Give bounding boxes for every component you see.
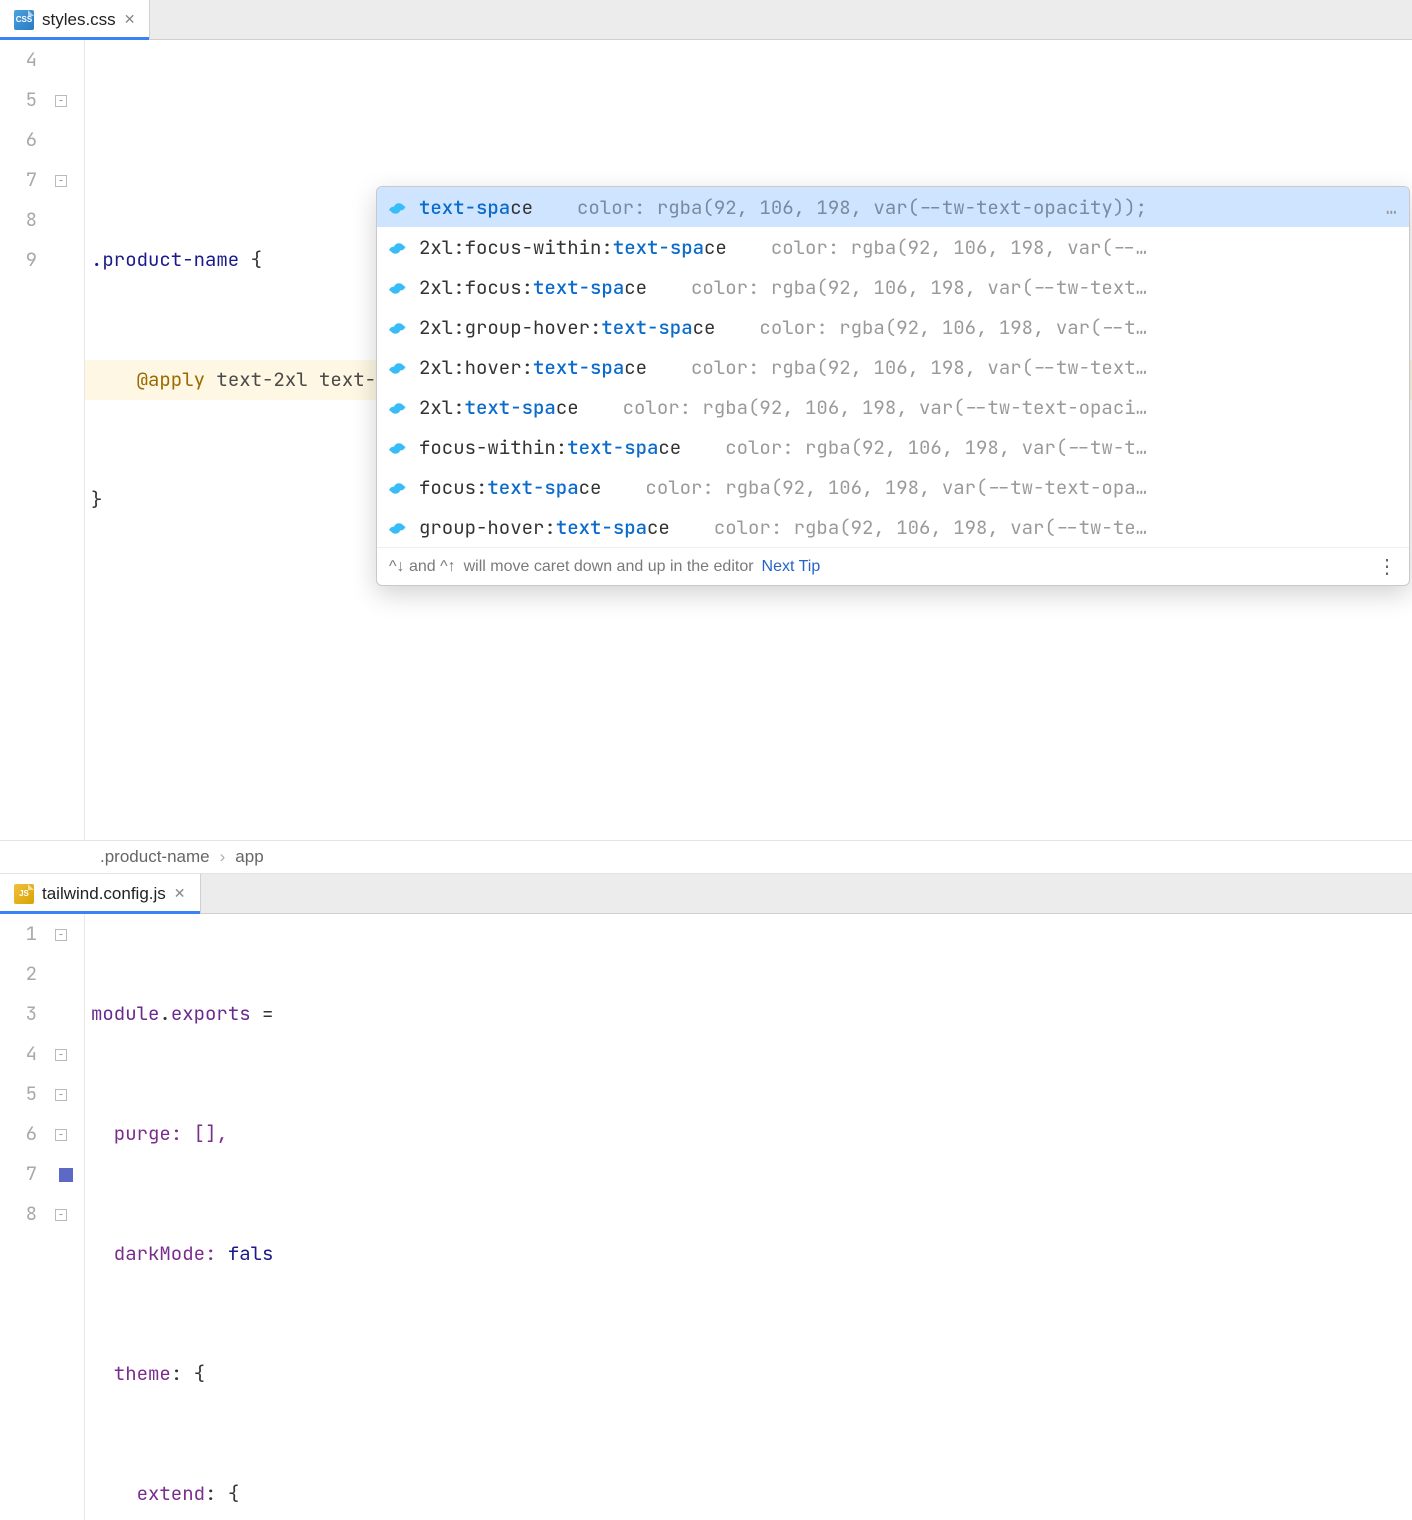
line-number: 7 bbox=[0, 160, 37, 200]
tailwind-icon bbox=[389, 437, 409, 457]
line-number: 4 bbox=[0, 1034, 37, 1074]
keyboard-hint: ^↓ and ^↑ bbox=[389, 558, 456, 576]
brace: } bbox=[91, 487, 102, 512]
brace: { bbox=[239, 247, 262, 272]
fold-column: − − bbox=[55, 40, 85, 840]
at-rule: @apply bbox=[137, 367, 205, 392]
tab-bar-js: JS tailwind.config.js ✕ bbox=[0, 874, 1412, 914]
next-tip-link[interactable]: Next Tip bbox=[762, 558, 821, 576]
tailwind-icon bbox=[389, 237, 409, 257]
css-selector: .product-name bbox=[91, 247, 239, 272]
autocomplete-item[interactable]: focus-within:text-space color: rgba(92, 1… bbox=[377, 427, 1409, 467]
line-gutter: 4 5 6 7 8 9 bbox=[0, 40, 55, 840]
tailwind-icon bbox=[389, 517, 409, 537]
completion-detail: color: rgba(92, 106, 198, var(--… bbox=[771, 235, 1397, 260]
fold-toggle-icon[interactable]: − bbox=[55, 1209, 67, 1221]
autocomplete-item[interactable]: focus:text-space color: rgba(92, 106, 198… bbox=[377, 467, 1409, 507]
tab-styles-css[interactable]: CSS styles.css ✕ bbox=[0, 0, 150, 39]
line-number: 9 bbox=[0, 240, 37, 280]
completion-detail: color: rgba(92, 106, 198, var(--t… bbox=[759, 315, 1397, 340]
color-swatch[interactable] bbox=[59, 1168, 73, 1182]
completion-label: focus:text-space bbox=[419, 475, 601, 500]
js-file-icon: JS bbox=[14, 884, 34, 904]
code-line[interactable]: theme: { bbox=[85, 1354, 1412, 1394]
fold-toggle-icon[interactable]: − bbox=[55, 1089, 67, 1101]
tab-bar-css: CSS styles.css ✕ bbox=[0, 0, 1412, 40]
autocomplete-item[interactable]: text-space color: rgba(92, 106, 198, var(… bbox=[377, 187, 1409, 227]
popup-footer: ^↓ and ^↑ will move caret down and up in… bbox=[377, 547, 1409, 585]
code-area[interactable]: module.exports = purge: [], darkMode: fa… bbox=[85, 914, 1412, 1520]
completion-detail: color: rgba(92, 106, 198, var(--tw-text-… bbox=[577, 195, 1376, 220]
tailwind-icon bbox=[389, 397, 409, 417]
completion-detail: color: rgba(92, 106, 198, var(--tw-text… bbox=[691, 355, 1397, 380]
line-number: 6 bbox=[0, 1114, 37, 1154]
close-icon[interactable]: ✕ bbox=[124, 11, 136, 28]
code-line[interactable] bbox=[85, 720, 1412, 760]
kebab-menu-icon[interactable]: ⋮ bbox=[1377, 554, 1397, 579]
autocomplete-item[interactable]: group-hover:text-space color: rgba(92, 10… bbox=[377, 507, 1409, 547]
code-line[interactable] bbox=[85, 120, 1412, 160]
tab-label: tailwind.config.js bbox=[42, 884, 166, 904]
tab-label: styles.css bbox=[42, 10, 116, 30]
tailwind-icon bbox=[389, 317, 409, 337]
completion-label: text-space bbox=[419, 195, 533, 220]
line-number: 1 bbox=[0, 914, 37, 954]
completion-label: 2xl:focus:text-space bbox=[419, 275, 647, 300]
fold-column: − − − − − bbox=[55, 914, 85, 1520]
autocomplete-item[interactable]: 2xl:focus-within:text-space color: rgba(9… bbox=[377, 227, 1409, 267]
line-number: 8 bbox=[0, 1194, 37, 1234]
autocomplete-item[interactable]: 2xl:focus:text-space color: rgba(92, 106,… bbox=[377, 267, 1409, 307]
line-number: 2 bbox=[0, 954, 37, 994]
tailwind-icon bbox=[389, 357, 409, 377]
tailwind-icon bbox=[389, 477, 409, 497]
completion-label: focus-within:text-space bbox=[419, 435, 681, 460]
completion-detail: color: rgba(92, 106, 198, var(--tw-text-… bbox=[645, 475, 1397, 500]
breadcrumb: .product-name › app bbox=[0, 840, 1412, 874]
fold-toggle-icon[interactable]: − bbox=[55, 175, 67, 187]
code-line[interactable]: darkMode: fals bbox=[85, 1234, 1412, 1274]
tailwind-icon bbox=[389, 197, 409, 217]
autocomplete-item[interactable]: 2xl:text-space color: rgba(92, 106, 198, … bbox=[377, 387, 1409, 427]
code-line[interactable]: extend: { bbox=[85, 1474, 1412, 1514]
line-number: 4 bbox=[0, 40, 37, 80]
ellipsis: … bbox=[1386, 195, 1397, 220]
completion-label: 2xl:group-hover:text-space bbox=[419, 315, 715, 340]
completion-label: 2xl:hover:text-space bbox=[419, 355, 647, 380]
fold-toggle-icon[interactable]: − bbox=[55, 1129, 67, 1141]
completion-label: 2xl:text-space bbox=[419, 395, 579, 420]
line-number: 8 bbox=[0, 200, 37, 240]
autocomplete-item[interactable]: 2xl:group-hover:text-space color: rgba(92… bbox=[377, 307, 1409, 347]
line-number: 3 bbox=[0, 994, 37, 1034]
breadcrumb-item[interactable]: app bbox=[235, 847, 263, 867]
breadcrumb-item[interactable]: .product-name bbox=[100, 847, 210, 867]
css-file-icon: CSS bbox=[14, 10, 34, 30]
fold-toggle-icon[interactable]: − bbox=[55, 1049, 67, 1061]
tailwind-icon bbox=[389, 277, 409, 297]
code-line[interactable]: purge: [], bbox=[85, 1114, 1412, 1154]
editor-tailwind-config[interactable]: 1 2 3 4 5 6 7 8 − − − − − module.exports… bbox=[0, 914, 1412, 1520]
line-number: 5 bbox=[0, 1074, 37, 1114]
completion-label: group-hover:text-space bbox=[419, 515, 670, 540]
close-icon[interactable]: ✕ bbox=[174, 885, 186, 902]
line-gutter: 1 2 3 4 5 6 7 8 bbox=[0, 914, 55, 1520]
completion-detail: color: rgba(92, 106, 198, var(--tw-text… bbox=[691, 275, 1397, 300]
fold-toggle-icon[interactable]: − bbox=[55, 95, 67, 107]
code-line[interactable]: module.exports = bbox=[85, 994, 1412, 1034]
line-number: 6 bbox=[0, 120, 37, 160]
completion-label: 2xl:focus-within:text-space bbox=[419, 235, 727, 260]
chevron-right-icon: › bbox=[220, 847, 226, 867]
autocomplete-popup: text-space color: rgba(92, 106, 198, var(… bbox=[376, 186, 1410, 586]
autocomplete-item[interactable]: 2xl:hover:text-space color: rgba(92, 106,… bbox=[377, 347, 1409, 387]
line-number: 7 bbox=[0, 1154, 37, 1194]
fold-toggle-icon[interactable]: − bbox=[55, 929, 67, 941]
footer-text: will move caret down and up in the edito… bbox=[464, 558, 754, 576]
tab-tailwind-config[interactable]: JS tailwind.config.js ✕ bbox=[0, 874, 201, 913]
code-line[interactable] bbox=[85, 600, 1412, 640]
completion-detail: color: rgba(92, 106, 198, var(--tw-te… bbox=[714, 515, 1397, 540]
completion-detail: color: rgba(92, 106, 198, var(--tw-t… bbox=[725, 435, 1397, 460]
completion-detail: color: rgba(92, 106, 198, var(--tw-text-… bbox=[623, 395, 1397, 420]
line-number: 5 bbox=[0, 80, 37, 120]
